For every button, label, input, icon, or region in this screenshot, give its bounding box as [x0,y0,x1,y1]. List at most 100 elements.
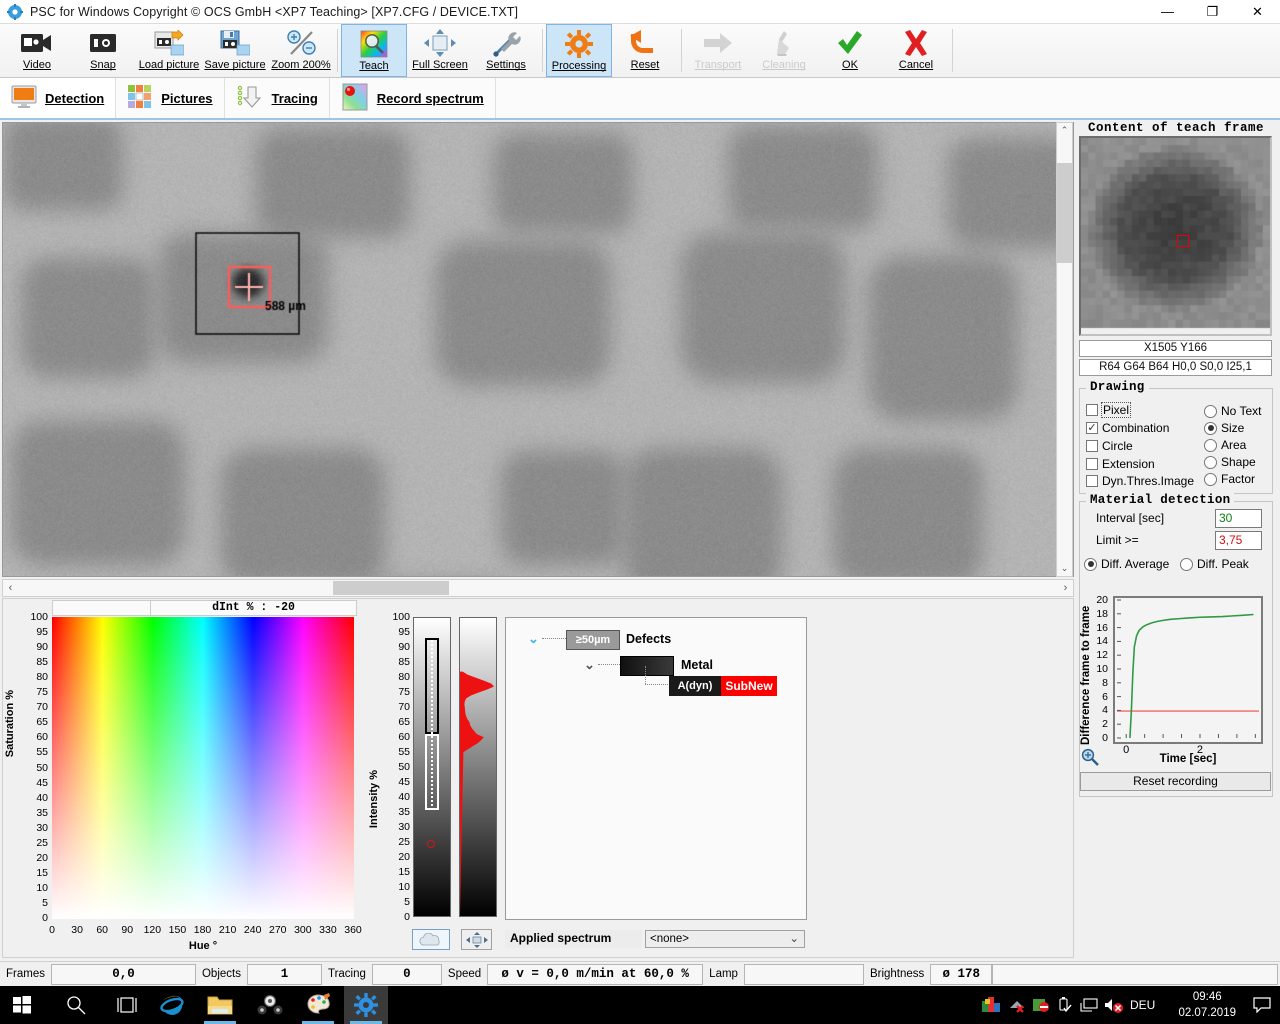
inspection-image[interactable] [3,123,1073,576]
radio-shape[interactable]: Shape [1204,455,1256,469]
defects-tree-panel[interactable]: ⌄ ≥50µm Defects ⌄ Metal A(dyn) SubNew [505,617,807,920]
interval-input[interactable]: 30 [1215,509,1262,528]
action-center-button[interactable] [1240,986,1280,1024]
image-horizontal-scrollbar[interactable]: ‹ › [2,579,1074,597]
tree-root-chip[interactable]: ≥50µm [566,630,620,650]
radio-size[interactable]: Size [1204,421,1244,435]
machine-settings-button[interactable] [248,986,292,1024]
toolbar-button-transport[interactable]: Transport [685,24,751,77]
radio-diff-peak[interactable]: Diff. Peak [1180,557,1249,571]
scroll-down-button[interactable]: ⌄ [1057,561,1072,576]
checkbox-box[interactable] [1086,475,1098,487]
paint-button[interactable] [296,986,340,1024]
tray-usb-icon[interactable] [1056,986,1072,1024]
horizontal-scroll-thumb[interactable] [333,581,449,595]
checkbox-combination[interactable]: Combination [1086,421,1169,435]
saturation-tick: 25 [26,837,48,849]
tab-pictures[interactable]: Pictures [116,78,224,118]
tray-display-icon[interactable] [1080,986,1098,1024]
toolbar-button-processing[interactable]: Processing [546,24,612,77]
checkbox-box[interactable] [1086,440,1098,452]
dint-spacer-left [52,600,151,616]
toolbar-button-save-picture[interactable]: Save picture [202,24,268,77]
tree-root-expander[interactable]: ⌄ [528,631,539,647]
checkbox-box[interactable] [1086,422,1098,434]
tray-app-icon[interactable] [982,986,1000,1024]
applied-spectrum-dropdown[interactable]: <none> ⌄ [645,930,805,948]
chevron-down-icon[interactable]: ⌄ [789,931,804,947]
tab-record-spectrum[interactable]: Record spectrum [330,78,496,118]
file-explorer-button[interactable] [198,986,242,1024]
checkbox-circle[interactable]: Circle [1086,439,1133,453]
intensity-tick: 0 [388,911,410,923]
tree-connector [645,666,646,684]
intensity-marker[interactable] [427,840,435,848]
clock[interactable]: 09:46 02.07.2019 [1178,986,1236,1024]
tab-detection[interactable]: Detection [0,78,116,118]
checkbox-pixel[interactable]: Pixel [1086,403,1130,417]
close-button[interactable]: ✕ [1235,0,1280,24]
checkbox-box[interactable] [1086,404,1098,416]
tray-volume-muted-icon[interactable] [1104,986,1124,1024]
radio-circle[interactable] [1180,558,1193,571]
tree-child-expander[interactable]: ⌄ [584,657,595,673]
tray-blocked-icon[interactable] [1032,986,1050,1024]
toolbar-button-ok[interactable]: OK [817,24,883,77]
toolbar-button-zoom[interactable]: Zoom 200% [268,24,334,77]
toolbar-button-teach[interactable]: Teach [341,24,407,77]
toolbar-button-cancel[interactable]: Cancel [883,24,949,77]
toolbar-button-load-picture[interactable]: Load picture [136,24,202,77]
radio-circle[interactable] [1204,456,1217,469]
radio-no-text[interactable]: No Text [1204,404,1261,418]
radio-circle[interactable] [1204,405,1217,418]
intensity-selector-bar[interactable] [413,617,451,917]
radio-diff-average[interactable]: Diff. Average [1084,557,1169,571]
limit-input[interactable]: 3,75 [1215,531,1262,550]
maximize-button[interactable]: ❐ [1190,0,1235,24]
hue-tick: 150 [165,924,189,936]
vertical-scroll-thumb[interactable] [1057,163,1072,263]
internet-explorer-button[interactable] [150,986,194,1024]
toolbar-button-full-screen[interactable]: Full Screen [407,24,473,77]
tree-child-chip[interactable] [620,656,674,676]
tray-network-error-icon[interactable] [1008,986,1026,1024]
checkbox-dyn-thres-image[interactable]: Dyn.Thres.Image [1086,474,1194,488]
camera-image-view[interactable] [2,122,1074,577]
scroll-right-button[interactable]: › [1058,582,1073,594]
toolbar-separator [681,29,682,72]
checkbox-extension[interactable]: Extension [1086,457,1155,471]
move-button[interactable] [461,929,492,950]
tab-tracing[interactable]: Tracing [225,78,330,118]
hue-axis-label: Hue ° [52,940,354,952]
scroll-left-button[interactable]: ‹ [3,582,18,594]
language-indicator[interactable]: DEU [1130,986,1155,1024]
toolbar-button-snap[interactable]: Snap [70,24,136,77]
psc-for-windows-button[interactable] [344,986,388,1024]
toolbar-button-video[interactable]: Video [4,24,70,77]
checkbox-box[interactable] [1086,458,1098,470]
minimize-button[interactable]: — [1145,0,1190,24]
start-button[interactable] [0,986,44,1024]
radio-factor[interactable]: Factor [1204,472,1255,486]
image-vertical-scrollbar[interactable]: ⌃ ⌄ [1056,122,1073,577]
tree-leaf-row[interactable]: A(dyn) SubNew [669,676,777,696]
chart-zoom-icon[interactable] [1081,748,1099,769]
hue-saturation-chart[interactable] [52,617,354,919]
search-button[interactable] [54,986,98,1024]
cloud-button[interactable] [412,929,450,950]
toolbar-button-reset[interactable]: Reset [612,24,678,77]
tab-bar: Detection Pictures [0,78,1280,120]
radio-area[interactable]: Area [1204,438,1246,452]
toolbar-button-settings[interactable]: Settings [473,24,539,77]
radio-circle[interactable] [1204,439,1217,452]
task-view-button[interactable] [105,986,149,1024]
toolbar-button-cleaning[interactable]: Cleaning [751,24,817,77]
tree-leaf-chip[interactable]: A(dyn) [669,676,721,696]
scroll-up-button[interactable]: ⌃ [1057,123,1072,138]
teach-frame-preview[interactable] [1079,136,1272,336]
radio-circle[interactable] [1084,558,1097,571]
reset-recording-button[interactable]: Reset recording [1080,772,1271,791]
ie-icon [159,992,185,1018]
radio-circle[interactable] [1204,422,1217,435]
radio-circle[interactable] [1204,473,1217,486]
